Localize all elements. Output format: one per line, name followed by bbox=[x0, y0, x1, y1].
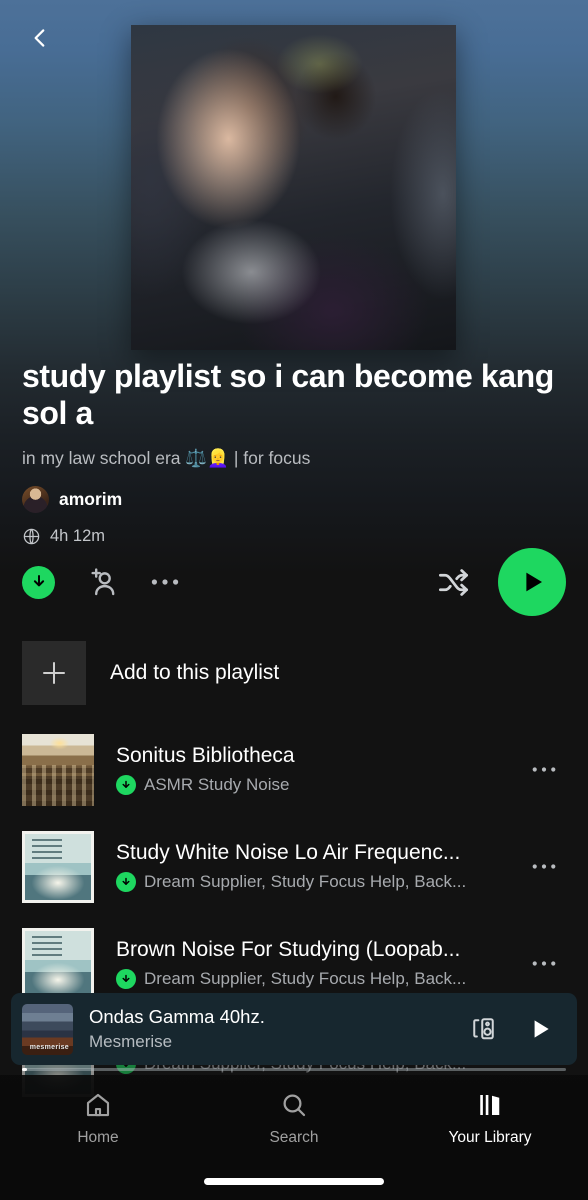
playback-progress-fill bbox=[22, 1068, 28, 1071]
playlist-more-button[interactable] bbox=[143, 560, 187, 604]
now-playing-play-button[interactable] bbox=[517, 1006, 563, 1052]
spotify-playlist-screen: study playlist so i can become kang sol … bbox=[0, 0, 588, 1200]
playlist-meta: study playlist so i can become kang sol … bbox=[22, 358, 570, 546]
playlist-duration: 4h 12m bbox=[50, 526, 106, 545]
track-artwork bbox=[22, 927, 94, 1000]
download-button[interactable] bbox=[22, 565, 55, 599]
track-title: Sonitus Bibliotheca bbox=[116, 744, 295, 767]
more-horizontal-icon bbox=[532, 961, 556, 966]
nav-item-home[interactable]: Home bbox=[0, 1090, 196, 1147]
downloaded-badge-icon bbox=[116, 872, 136, 892]
track-subtitle: Dream Supplier, Study Focus Help, Back..… bbox=[116, 872, 518, 892]
playlist-header: study playlist so i can become kang sol … bbox=[0, 0, 588, 625]
nav-label-search: Search bbox=[269, 1129, 319, 1146]
track-more-button[interactable] bbox=[518, 863, 570, 870]
track-artist: Dream Supplier, Study Focus Help, Back..… bbox=[144, 969, 467, 988]
track-info: Brown Noise For Studying (Loopab... Drea… bbox=[116, 938, 518, 989]
track-row[interactable]: Study White Noise Lo Air Frequenc... Dre… bbox=[0, 818, 588, 915]
now-playing-artist: Mesmerise bbox=[89, 1032, 173, 1051]
playlist-owner[interactable]: amorim bbox=[22, 485, 570, 513]
track-title: Brown Noise For Studying (Loopab... bbox=[116, 938, 461, 961]
home-indicator bbox=[204, 1178, 384, 1185]
track-title: Study White Noise Lo Air Frequenc... bbox=[116, 841, 461, 864]
connect-device-button[interactable] bbox=[461, 1006, 507, 1052]
download-arrow-icon bbox=[33, 575, 44, 587]
chevron-left-icon bbox=[34, 29, 45, 47]
add-to-playlist-square bbox=[22, 641, 86, 705]
owner-name: amorim bbox=[59, 488, 123, 509]
nav-item-search[interactable]: Search bbox=[196, 1090, 392, 1147]
play-button[interactable] bbox=[498, 548, 566, 616]
nav-label-home: Home bbox=[77, 1129, 119, 1146]
add-to-playlist-row[interactable]: Add to this playlist bbox=[0, 625, 588, 721]
more-horizontal-icon bbox=[151, 579, 179, 585]
more-horizontal-icon bbox=[532, 767, 556, 772]
track-more-button[interactable] bbox=[518, 766, 570, 773]
playlist-cover-image bbox=[131, 25, 456, 350]
now-playing-artwork-caption: mesmerise bbox=[29, 1043, 69, 1051]
nav-item-your-library[interactable]: Your Library bbox=[392, 1090, 588, 1147]
track-row[interactable]: Sonitus Bibliotheca ASMR Study Noise bbox=[0, 721, 588, 818]
track-info: Sonitus Bibliotheca ASMR Study Noise bbox=[116, 744, 518, 795]
search-icon bbox=[283, 1094, 306, 1117]
now-playing-info: Ondas Gamma 40hz. Mesmerise bbox=[89, 1006, 461, 1052]
track-subtitle: Dream Supplier, Study Focus Help, Back..… bbox=[116, 969, 518, 989]
playlist-title: study playlist so i can become kang sol … bbox=[22, 358, 554, 432]
playlist-cover[interactable] bbox=[131, 25, 456, 350]
spotify-connect-icon bbox=[473, 1018, 494, 1040]
more-horizontal-icon bbox=[532, 864, 556, 869]
track-artist: Dream Supplier, Study Focus Help, Back..… bbox=[144, 872, 467, 891]
playlist-action-bar bbox=[22, 548, 566, 616]
play-icon bbox=[526, 572, 542, 592]
track-subtitle: ASMR Study Noise bbox=[116, 775, 518, 795]
track-artwork bbox=[22, 733, 94, 806]
library-icon bbox=[480, 1095, 500, 1115]
home-icon bbox=[86, 1093, 110, 1117]
globe-icon bbox=[23, 528, 40, 544]
nav-label-your-library: Your Library bbox=[448, 1129, 532, 1146]
playlist-description: in my law school era ⚖️👱‍♀️ | for focus bbox=[22, 447, 311, 468]
now-playing-title: Ondas Gamma 40hz. bbox=[89, 1006, 265, 1027]
owner-avatar bbox=[22, 485, 49, 513]
now-playing-bar[interactable]: mesmerise Ondas Gamma 40hz. Mesmerise bbox=[11, 993, 577, 1065]
track-more-button[interactable] bbox=[518, 960, 570, 967]
playlist-duration-row: 4h 12m bbox=[22, 527, 570, 546]
add-to-playlist-label: Add to this playlist bbox=[110, 661, 280, 684]
track-artist: ASMR Study Noise bbox=[144, 775, 290, 794]
shuffle-button[interactable] bbox=[430, 559, 476, 605]
downloaded-badge-icon bbox=[116, 775, 136, 795]
add-people-button[interactable] bbox=[81, 560, 125, 604]
downloaded-badge-icon bbox=[116, 969, 136, 989]
shuffle-icon bbox=[438, 568, 468, 596]
now-playing-artwork: mesmerise bbox=[22, 1003, 73, 1055]
back-button[interactable] bbox=[16, 14, 64, 62]
playback-progress-bar[interactable] bbox=[22, 1068, 566, 1071]
add-person-icon bbox=[91, 568, 115, 596]
plus-icon bbox=[43, 662, 65, 684]
play-icon bbox=[534, 1020, 549, 1038]
track-artwork bbox=[22, 830, 94, 903]
track-info: Study White Noise Lo Air Frequenc... Dre… bbox=[116, 841, 518, 892]
